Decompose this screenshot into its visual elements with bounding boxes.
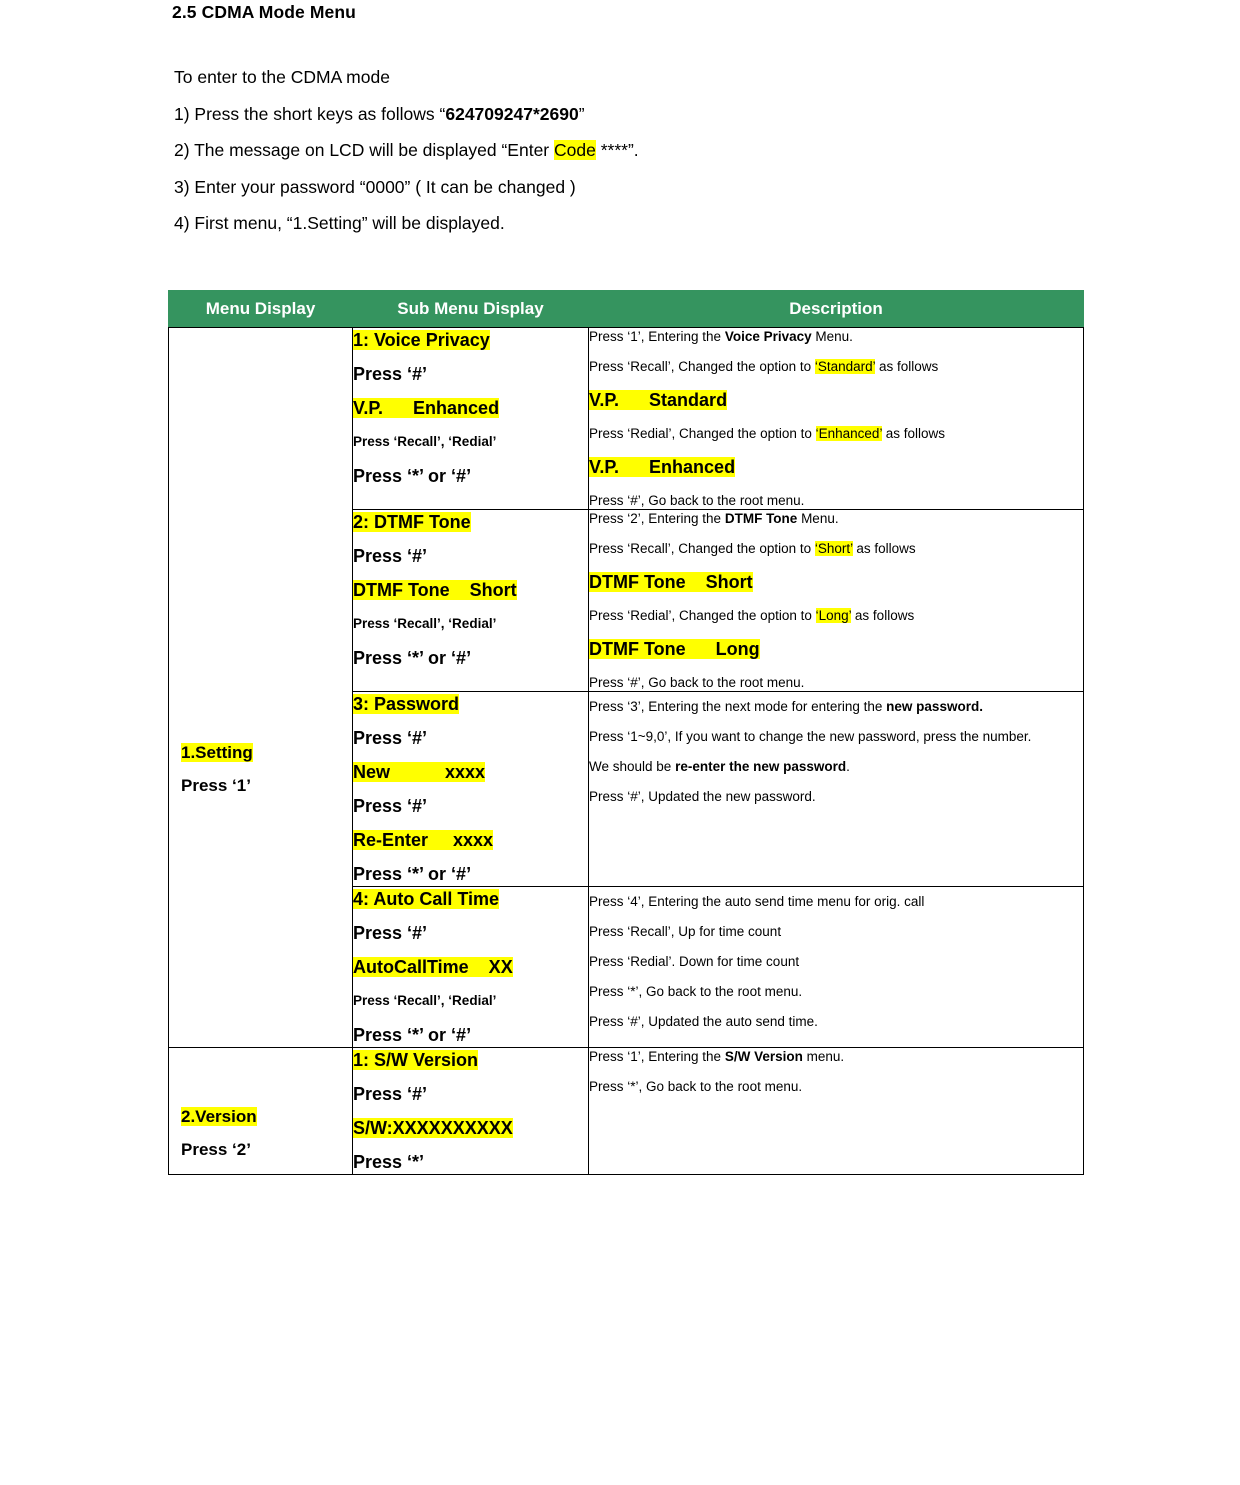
desc-line-1: Press ‘2’, Entering the DTMF Tone Menu. [589, 511, 839, 526]
intro-line-1-suffix: ” [578, 103, 585, 124]
table-body: 1.Setting Press ‘1’ 1: Voice Privacy Pre… [168, 327, 1084, 1175]
sub-line-press-hash-2: Press ‘#’ [353, 796, 428, 816]
description-cell-password: Press ‘3’, Entering the next mode for en… [588, 691, 1084, 887]
menu-label-group: 2.Version Press ‘2’ [181, 1104, 257, 1170]
table-header: Menu Display Sub Menu Display Descriptio… [168, 290, 1084, 328]
document-page: 2.5 CDMA Mode Menu To enter to the CDMA … [0, 0, 1240, 1485]
desc-line-1: Press ‘1’, Entering the S/W Version menu… [589, 1049, 845, 1064]
menu-name-setting: 1.Setting [181, 743, 253, 762]
sub-line-display-value: AutoCallTime XX [353, 957, 513, 977]
intro-line-2-suffix: ****”. [595, 140, 639, 160]
desc-line-3: Press ‘Redial’, Changed the option to ‘L… [589, 608, 915, 623]
sub-menu-cell-auto-call-time: 4: Auto Call Time Press ‘#’ AutoCallTime… [352, 886, 589, 1048]
sub-line-press-recall-redial: Press ‘Recall’, ‘Redial’ [353, 616, 497, 631]
sub-line-title: 4: Auto Call Time [353, 889, 500, 909]
desc-line-3: Press ‘Redial’, Changed the option to ‘E… [589, 426, 945, 441]
description-cell-sw-version: Press ‘1’, Entering the S/W Version menu… [588, 1047, 1084, 1175]
desc-line-2: Press ‘Recall’, Up for time count [589, 924, 782, 939]
desc-line-5: Press ‘#’, Updated the auto send time. [589, 1014, 818, 1029]
desc-line-2: Press ‘*’, Go back to the root menu. [589, 1079, 803, 1094]
intro-line-4: 4) First menu, “1.Setting” will be displ… [174, 212, 1034, 234]
desc-line-display-enhanced: V.P. Enhanced [589, 457, 736, 477]
column-header-sub-menu-display: Sub Menu Display [352, 290, 589, 328]
sub-line-press-star-hash: Press ‘*’ or ‘#’ [353, 466, 472, 486]
table-row: 2.Version Press ‘2’ 1: S/W Version Press… [168, 1047, 1084, 1175]
menu-press-version: Press ‘2’ [181, 1140, 251, 1159]
description-cell-dtmf-tone: Press ‘2’, Entering the DTMF Tone Menu. … [588, 509, 1084, 692]
sub-line-title: 1: S/W Version [353, 1050, 479, 1070]
sub-line-reenter-password: Re-Enter xxxx [353, 830, 494, 850]
table-row: 1.Setting Press ‘1’ 1: Voice Privacy Pre… [168, 327, 1084, 1048]
desc-line-2: Press ‘Recall’, Changed the option to ‘S… [589, 541, 916, 556]
intro-line-1: 1) Press the short keys as follows “6247… [174, 103, 1034, 125]
sub-menu-cell-dtmf-tone: 2: DTMF Tone Press ‘#’ DTMF Tone Short P… [352, 509, 589, 692]
column-header-description: Description [588, 290, 1084, 328]
desc-line-display-long: DTMF Tone Long [589, 639, 760, 659]
desc-line-4: Press ‘#’, Updated the new password. [589, 789, 816, 804]
desc-line-2: Press ‘Recall’, Changed the option to ‘S… [589, 359, 939, 374]
sub-line-title: 2: DTMF Tone [353, 512, 471, 532]
short-key-code: 624709247*2690 [445, 103, 579, 124]
intro-line-1-prefix: 1) Press the short keys as follows “ [174, 103, 446, 124]
intro-block: To enter to the CDMA mode 1) Press the s… [174, 66, 1034, 249]
intro-line-0-text: To enter to the CDMA mode [174, 67, 390, 87]
sub-line-title: 1: Voice Privacy [353, 330, 490, 350]
description-cell-auto-call-time: Press ‘4’, Entering the auto send time m… [588, 886, 1084, 1048]
menu-press-setting: Press ‘1’ [181, 776, 251, 795]
desc-line-1: Press ‘4’, Entering the auto send time m… [589, 894, 925, 909]
menu-name-version: 2.Version [181, 1107, 257, 1126]
sub-line-title: 3: Password [353, 694, 460, 714]
intro-line-2: 2) The message on LCD will be displayed … [174, 139, 1034, 161]
desc-line-display-short: DTMF Tone Short [589, 572, 753, 592]
intro-line-3-text: 3) Enter your password “0000” ( It can b… [174, 176, 576, 197]
sub-menu-cell-password: 3: Password Press ‘#’ New xxxx Press ‘#’… [352, 691, 589, 887]
sub-line-new-password: New xxxx [353, 762, 486, 782]
sub-line-press-star: Press ‘*’ [353, 1152, 425, 1172]
desc-line-1: Press ‘1’, Entering the Voice Privacy Me… [589, 329, 853, 344]
sub-line-press-hash: Press ‘#’ [353, 364, 428, 384]
intro-line-2-highlight: Code [554, 140, 596, 160]
desc-line-4: Press ‘*’, Go back to the root menu. [589, 984, 803, 999]
sub-menu-cell-sw-version: 1: S/W Version Press ‘#’ S/W:XXXXXXXXXX … [352, 1047, 589, 1175]
intro-line-3: 3) Enter your password “0000” ( It can b… [174, 176, 1034, 198]
sub-line-press-hash: Press ‘#’ [353, 1084, 428, 1104]
intro-line-0: To enter to the CDMA mode [174, 66, 1034, 88]
table-header-row: Menu Display Sub Menu Display Descriptio… [168, 290, 1084, 328]
description-cell-voice-privacy: Press ‘1’, Entering the Voice Privacy Me… [588, 327, 1084, 510]
column-header-menu-display: Menu Display [168, 290, 353, 328]
desc-line-2: Press ‘1~9,0’, If you want to change the… [589, 729, 1032, 744]
intro-line-2-prefix: 2) The message on LCD will be displayed … [174, 140, 555, 160]
sub-line-display-value: DTMF Tone Short [353, 580, 517, 600]
sub-line-press-star-hash: Press ‘*’ or ‘#’ [353, 648, 472, 668]
menu-label-group: 1.Setting Press ‘1’ [181, 740, 253, 806]
menu-cell-setting: 1.Setting Press ‘1’ [168, 327, 353, 1048]
sub-line-display-value: V.P. Enhanced [353, 398, 500, 418]
desc-line-display-standard: V.P. Standard [589, 390, 728, 410]
desc-line-4: Press ‘#’, Go back to the root menu. [589, 675, 805, 690]
cdma-menu-table: Menu Display Sub Menu Display Descriptio… [168, 290, 1084, 1175]
sub-line-press-star-hash: Press ‘*’ or ‘#’ [353, 864, 472, 884]
menu-cell-version: 2.Version Press ‘2’ [168, 1047, 353, 1175]
sub-line-press-recall-redial: Press ‘Recall’, ‘Redial’ [353, 434, 497, 449]
sub-line-press-star-hash: Press ‘*’ or ‘#’ [353, 1025, 472, 1045]
sub-line-press-hash-1: Press ‘#’ [353, 728, 428, 748]
desc-line-3: Press ‘Redial’. Down for time count [589, 954, 800, 969]
page-title: 2.5 CDMA Mode Menu [172, 2, 356, 22]
sub-line-press-hash: Press ‘#’ [353, 923, 428, 943]
desc-line-4: Press ‘#’, Go back to the root menu. [589, 493, 805, 508]
sub-line-press-recall-redial: Press ‘Recall’, ‘Redial’ [353, 993, 497, 1008]
desc-line-1: Press ‘3’, Entering the next mode for en… [589, 699, 983, 714]
sub-line-press-hash: Press ‘#’ [353, 546, 428, 566]
sub-menu-cell-voice-privacy: 1: Voice Privacy Press ‘#’ V.P. Enhanced… [352, 327, 589, 510]
intro-line-4-text: 4) First menu, “1.Setting” will be displ… [174, 213, 505, 233]
sub-line-sw-string: S/W:XXXXXXXXXX [353, 1118, 513, 1138]
desc-line-3: We should be re-enter the new password. [589, 759, 850, 774]
